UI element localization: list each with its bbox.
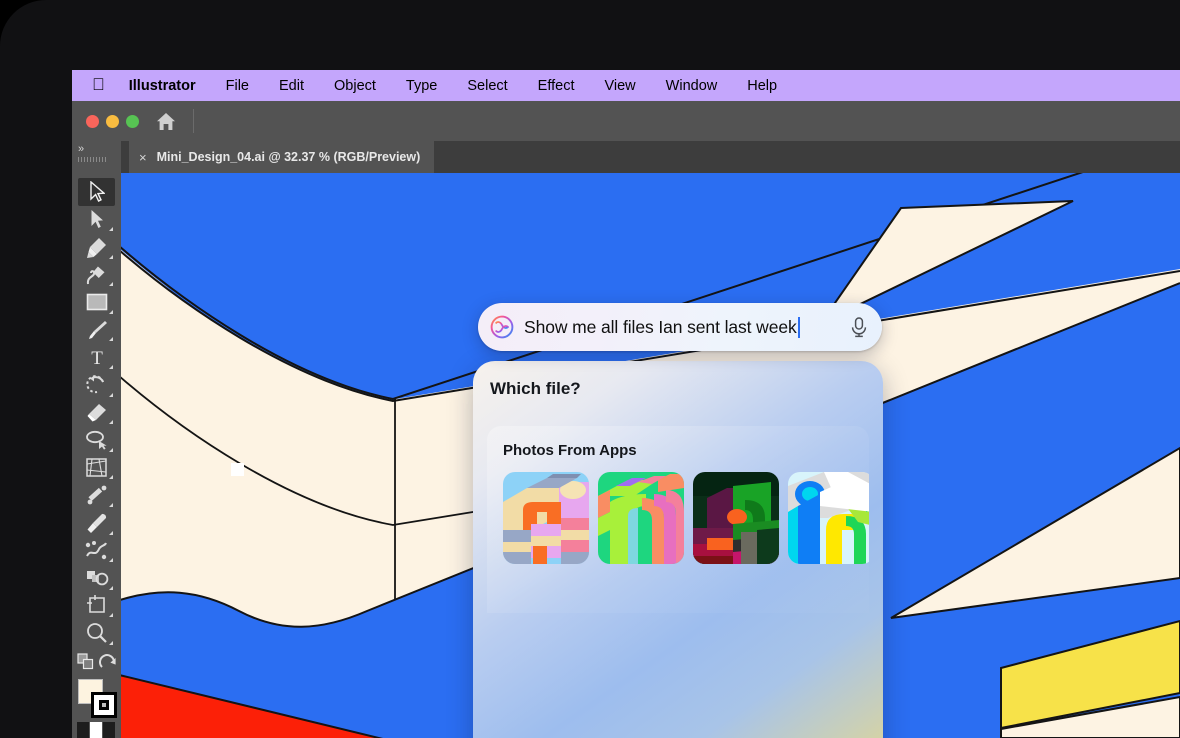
thumbnail-isometric-m-green[interactable] — [598, 472, 684, 564]
tool-flyout-indicator[interactable] — [109, 503, 113, 507]
default-fill-stroke-icon[interactable] — [98, 651, 118, 673]
draw-normal-button[interactable] — [77, 722, 90, 738]
artboard-tool[interactable] — [78, 592, 115, 620]
tool-flyout-indicator[interactable] — [109, 558, 113, 562]
rotate-tool[interactable] — [78, 371, 115, 399]
tool-flyout-indicator[interactable] — [109, 531, 113, 535]
menu-item-file[interactable]: File — [211, 78, 264, 94]
results-question: Which file? — [473, 361, 883, 399]
spotlight-results-panel: Which file? Photos From Apps — [473, 361, 883, 738]
lasso-tool[interactable] — [78, 426, 115, 454]
menu-item-effect[interactable]: Effect — [523, 78, 590, 94]
search-query-text: Show me all files Ian sent last week — [524, 317, 797, 338]
panel-expand-chevrons[interactable]: » — [78, 143, 84, 155]
thumbnail-isometric-m-pastel[interactable] — [503, 472, 589, 564]
tool-flyout-indicator[interactable] — [109, 337, 113, 341]
tool-flyout-indicator[interactable] — [109, 282, 113, 286]
menu-item-type[interactable]: Type — [391, 78, 452, 94]
tool-flyout-indicator[interactable] — [109, 641, 113, 645]
menu-item-illustrator[interactable]: Illustrator — [129, 78, 211, 94]
tool-flyout-indicator[interactable] — [109, 310, 113, 314]
window-chrome-bar — [72, 101, 1180, 141]
stroke-swatch[interactable] — [91, 692, 117, 718]
perspective-grid-tool[interactable] — [78, 454, 115, 482]
menu-item-help[interactable]: Help — [732, 78, 792, 94]
tool-flyout-indicator[interactable] — [109, 475, 113, 479]
document-tab-title: Mini_Design_04.ai @ 32.37 % (RGB/Preview… — [157, 150, 421, 164]
thumbnail-isometric-m-dark[interactable] — [693, 472, 779, 564]
laptop-bezel:  Illustrator File Edit Object Type Sele… — [0, 0, 1180, 738]
text-caret — [798, 317, 800, 338]
tool-flyout-indicator[interactable] — [109, 365, 113, 369]
document-tab[interactable]: × Mini_Design_04.ai @ 32.37 % (RGB/Previ… — [129, 141, 434, 173]
tool-flyout-indicator[interactable] — [109, 448, 113, 452]
tool-flyout-indicator[interactable] — [109, 227, 113, 231]
minimize-window-button[interactable] — [106, 115, 119, 128]
tool-panel-collapse-header[interactable]: » — [72, 141, 121, 173]
pen-tool[interactable] — [78, 233, 115, 261]
free-transform-tool[interactable] — [78, 481, 115, 509]
apple-logo-icon[interactable]:  — [92, 76, 105, 93]
rectangle-tool[interactable] — [78, 288, 115, 316]
direct-selection-tool[interactable] — [78, 206, 115, 234]
photos-from-apps-card: Photos From Apps — [487, 426, 869, 613]
tool-flyout-indicator[interactable] — [109, 613, 113, 617]
search-input[interactable]: Show me all files Ian sent last week — [524, 317, 844, 338]
tool-flyout-indicator[interactable] — [109, 420, 113, 424]
document-tab-strip: » × Mini_Design_04.ai @ 32.37 % (RGB/Pre… — [72, 141, 1180, 173]
close-window-button[interactable] — [86, 115, 99, 128]
tool-flyout-indicator[interactable] — [109, 586, 113, 590]
macos-menu-bar:  Illustrator File Edit Object Type Sele… — [72, 70, 1180, 101]
zoom-window-button[interactable] — [126, 115, 139, 128]
draw-mode-buttons[interactable] — [77, 722, 117, 738]
chrome-divider — [193, 109, 194, 133]
draw-inside-button[interactable] — [103, 722, 116, 738]
menu-item-edit[interactable]: Edit — [264, 78, 319, 94]
panel-drag-grip[interactable] — [78, 157, 108, 162]
blend-tool[interactable] — [78, 537, 115, 565]
fill-stroke-swatches[interactable] — [78, 679, 116, 718]
menu-item-object[interactable]: Object — [319, 78, 391, 94]
shape-builder-tool[interactable] — [78, 564, 115, 592]
curvature-tool[interactable] — [78, 261, 115, 289]
fill-stroke-controls — [76, 651, 118, 673]
eraser-tool[interactable] — [78, 399, 115, 427]
draw-behind-button[interactable] — [90, 722, 103, 738]
menu-item-select[interactable]: Select — [452, 78, 522, 94]
menu-item-window[interactable]: Window — [651, 78, 733, 94]
home-icon[interactable] — [156, 111, 176, 131]
thumbnail-isometric-m-cyan[interactable] — [788, 472, 869, 564]
close-icon[interactable]: × — [139, 150, 147, 165]
selection-tool[interactable] — [78, 178, 115, 206]
tool-flyout-indicator[interactable] — [109, 393, 113, 397]
traffic-lights — [86, 115, 139, 128]
spotlight-search-bar[interactable]: Show me all files Ian sent last week — [478, 303, 882, 351]
tools-panel: T — [72, 173, 121, 738]
microphone-icon[interactable] — [848, 315, 870, 339]
svg-text:T: T — [91, 348, 103, 367]
swap-fill-stroke-icon[interactable] — [76, 651, 96, 673]
eyedropper-tool[interactable] — [78, 509, 115, 537]
photo-thumbnail-row — [503, 472, 869, 564]
zoom-tool[interactable] — [78, 619, 115, 647]
tool-flyout-indicator[interactable] — [109, 255, 113, 259]
photos-section-heading: Photos From Apps — [503, 442, 869, 459]
paintbrush-tool[interactable] — [78, 316, 115, 344]
siri-gradient-icon[interactable] — [488, 313, 516, 341]
menu-item-view[interactable]: View — [589, 78, 650, 94]
type-tool[interactable]: T — [78, 343, 115, 371]
